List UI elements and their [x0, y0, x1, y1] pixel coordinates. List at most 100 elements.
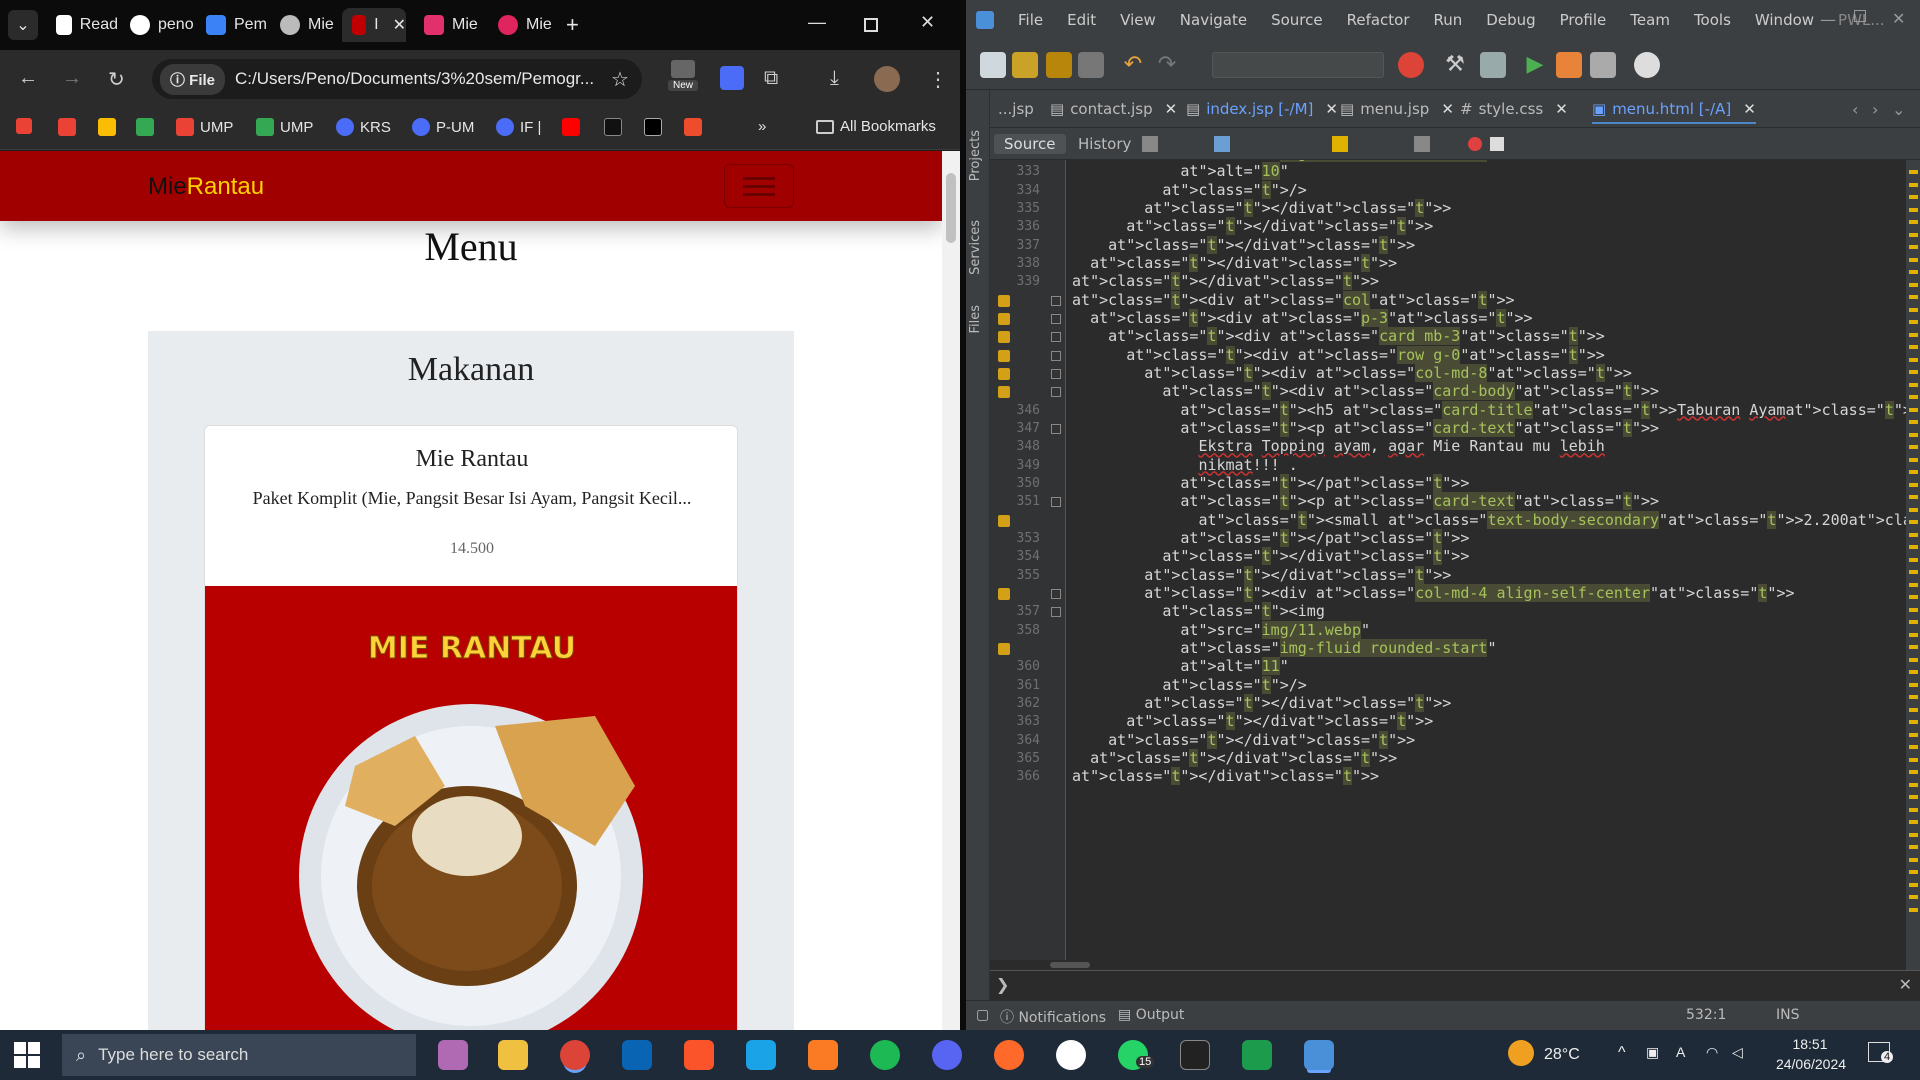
clock-date[interactable]: 24/06/2024: [1766, 1056, 1856, 1072]
bookmark-if[interactable]: IF |: [496, 118, 541, 136]
tab-pinterest[interactable]: Mie: [488, 8, 558, 42]
build-hammer-icon[interactable]: ⚒: [1442, 52, 1468, 78]
tab-list-icon[interactable]: ⌄: [1892, 100, 1905, 119]
maximize-icon[interactable]: [864, 18, 878, 32]
code-line[interactable]: at">class="t"><div at">class="card-body"…: [1072, 382, 1659, 401]
menu-window[interactable]: Window: [1755, 11, 1814, 29]
warning-marker[interactable]: [1909, 407, 1918, 412]
ide-minimize-icon[interactable]: —: [1820, 10, 1836, 29]
app-launcher-icon[interactable]: [1056, 1040, 1086, 1070]
brave-icon[interactable]: [684, 1040, 714, 1070]
code-line[interactable]: at">class="t"></divat">class="t">>: [1072, 272, 1379, 291]
warning-marker[interactable]: [1909, 657, 1918, 662]
open-project-icon[interactable]: [1046, 52, 1072, 78]
close-tab-icon[interactable]: ✕: [393, 15, 406, 35]
fold-toggle-icon[interactable]: [1051, 387, 1061, 398]
x-bookmark[interactable]: [644, 118, 662, 136]
warning-marker[interactable]: [1909, 195, 1918, 199]
bookmark-star-icon[interactable]: ☆: [611, 67, 629, 92]
temperature[interactable]: 28°C: [1544, 1046, 1580, 1064]
youtube-bookmark[interactable]: [562, 118, 580, 136]
fold-toggle-icon[interactable]: [1051, 350, 1061, 361]
code-line[interactable]: nikmat!!! .: [1072, 456, 1297, 474]
whatsapp-icon[interactable]: 15: [1118, 1040, 1155, 1070]
back-icon[interactable]: ←: [18, 67, 38, 90]
code-line[interactable]: at">class="t"></divat">class="t">>: [1072, 547, 1469, 566]
fold-toggle-icon[interactable]: [1051, 295, 1061, 306]
warning-marker[interactable]: [1909, 207, 1918, 212]
terminal-icon[interactable]: [1180, 1040, 1210, 1070]
code-line[interactable]: at">class="t"><div at">class="p-3"at">cl…: [1072, 308, 1533, 327]
new-extension-icon[interactable]: New: [668, 60, 698, 96]
code-line[interactable]: at">class="t"><img: [1072, 602, 1325, 621]
postman-icon[interactable]: [994, 1040, 1024, 1070]
translate-icon[interactable]: [720, 66, 744, 90]
new-project-icon[interactable]: [1012, 52, 1038, 78]
hint-bulb-icon[interactable]: [998, 642, 1010, 655]
hint-bulb-icon[interactable]: [998, 367, 1010, 380]
run-icon[interactable]: ▶: [1522, 52, 1548, 78]
tab-mie-1[interactable]: Mie: [270, 8, 340, 42]
gmail-bookmark[interactable]: [58, 118, 76, 136]
warning-marker[interactable]: [1909, 632, 1918, 637]
warning-marker[interactable]: [1909, 645, 1918, 649]
code-line[interactable]: at">class="t"><p at">class="card-text"at…: [1072, 418, 1659, 437]
last-edit-icon[interactable]: [1142, 136, 1158, 152]
more-menu-icon[interactable]: ⋮: [928, 67, 948, 92]
code-line[interactable]: at">class="t"></divat">class="t">>: [1072, 235, 1415, 254]
forward-icon[interactable]: →: [62, 67, 82, 90]
warning-marker[interactable]: [1909, 282, 1918, 287]
clock-time[interactable]: 18:51: [1770, 1036, 1850, 1052]
warning-marker[interactable]: [1909, 807, 1918, 812]
extensions-icon[interactable]: ⧉: [764, 67, 778, 90]
code-line[interactable]: at">class="img-fluid rounded-start": [1072, 638, 1496, 657]
hint-bulb-icon[interactable]: [998, 386, 1010, 399]
outlook-icon[interactable]: [622, 1040, 652, 1070]
warning-marker[interactable]: [1909, 370, 1918, 374]
warning-marker[interactable]: [1909, 607, 1918, 612]
warning-marker[interactable]: [1909, 570, 1918, 574]
warning-marker[interactable]: [1909, 695, 1918, 699]
tab-instagram[interactable]: Mie: [414, 8, 486, 42]
language-icon[interactable]: A: [1676, 1044, 1685, 1060]
warning-marker[interactable]: [1909, 420, 1918, 424]
warning-marker[interactable]: [1909, 707, 1918, 712]
code-line[interactable]: at">class="t"><div at">class="row g-0"at…: [1072, 345, 1605, 364]
weather-icon[interactable]: [1508, 1040, 1534, 1066]
tab-scroll-right-icon[interactable]: ›: [1872, 100, 1878, 119]
snipping-tool-icon[interactable]: [438, 1040, 468, 1070]
warning-marker[interactable]: [1909, 820, 1918, 824]
editor-tab-menu-jsp[interactable]: ▤ menu.jsp ✕: [1340, 100, 1454, 118]
warning-marker[interactable]: [1909, 895, 1918, 899]
classroom-bookmark[interactable]: [136, 118, 154, 136]
warning-marker[interactable]: [1909, 857, 1918, 862]
warning-marker[interactable]: [1909, 445, 1918, 449]
horizontal-scrollbar[interactable]: [990, 960, 1906, 970]
spotify-icon[interactable]: [870, 1040, 900, 1070]
warning-marker[interactable]: [1909, 795, 1918, 799]
warning-marker[interactable]: [1909, 770, 1918, 774]
toggle-bookmark-icon[interactable]: [1332, 136, 1348, 152]
debug-icon[interactable]: [1556, 52, 1582, 78]
warning-marker[interactable]: [1909, 320, 1918, 324]
warning-marker[interactable]: [1909, 682, 1918, 687]
code-line[interactable]: at">class="t"></divat">class="t">>: [1072, 198, 1451, 217]
fold-toggle-icon[interactable]: [1051, 313, 1061, 324]
warning-marker[interactable]: [1909, 907, 1918, 912]
apps-grid-icon[interactable]: [16, 118, 32, 134]
notification-center-icon[interactable]: 4: [1868, 1042, 1894, 1063]
warning-marker[interactable]: [1909, 670, 1918, 674]
fold-toggle-icon[interactable]: [1051, 423, 1061, 434]
fold-toggle-icon[interactable]: [1051, 332, 1061, 343]
more-bookmarks-icon[interactable]: »: [758, 118, 766, 135]
menu-source[interactable]: Source: [1271, 11, 1323, 29]
close-tab-icon[interactable]: ✕: [1165, 100, 1178, 118]
chrome-taskbar-icon[interactable]: [560, 1040, 590, 1070]
menu-tools[interactable]: Tools: [1694, 11, 1731, 29]
url-text[interactable]: C:/Users/Peno/Documents/3%20sem/Pemogr..…: [235, 69, 605, 89]
warning-marker[interactable]: [1909, 182, 1918, 187]
fold-toggle-icon[interactable]: [1051, 497, 1061, 508]
code-line[interactable]: Ekstra Topping ayam, agar Mie Rantau mu …: [1072, 437, 1604, 455]
code-line[interactable]: at">alt="11": [1072, 657, 1289, 676]
source-tab[interactable]: Source: [994, 134, 1066, 154]
